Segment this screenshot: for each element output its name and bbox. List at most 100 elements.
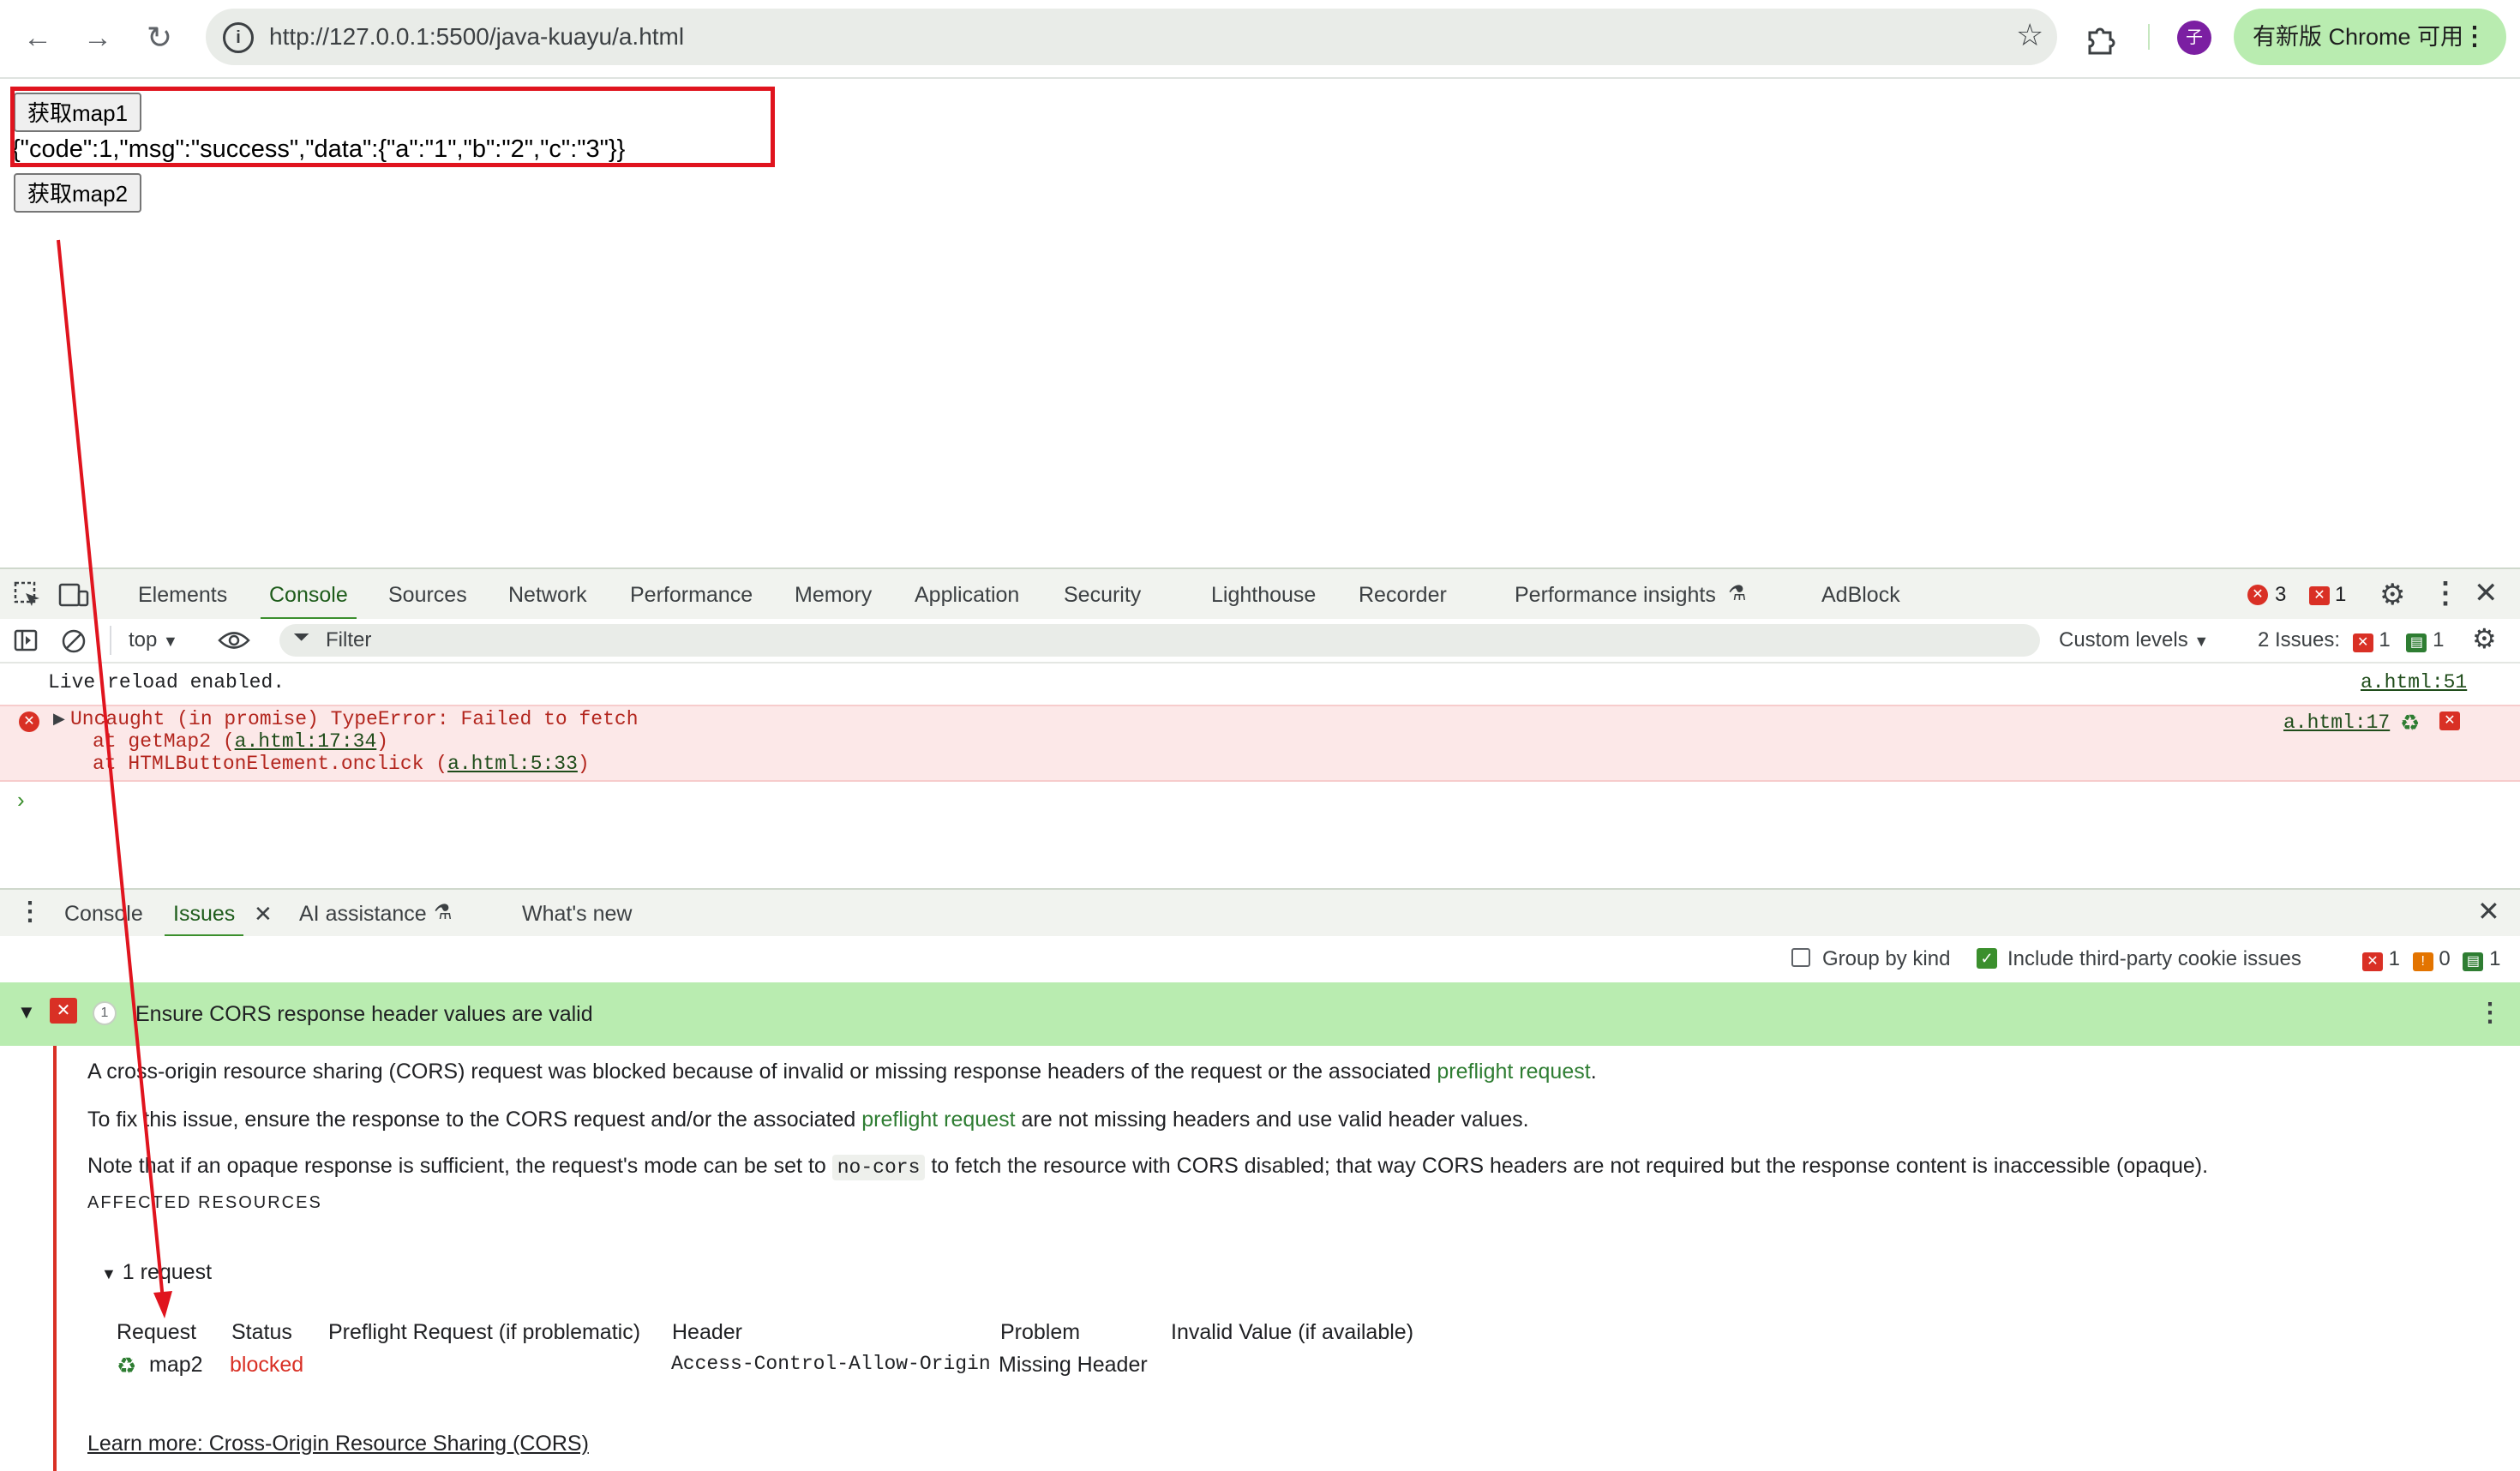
error-count[interactable]: 3 <box>2275 569 2286 621</box>
include-third-party-label: Include third-party cookie issues <box>2007 947 2301 970</box>
filter-input[interactable]: ⏷ Filter <box>279 624 2040 657</box>
more-vert-icon[interactable]: ⋮ <box>2462 9 2487 65</box>
drawer-tab-issues[interactable]: Issues <box>165 890 244 938</box>
tab-performance-insights[interactable]: Performance insights <box>1515 569 1716 621</box>
tab-elements[interactable]: Elements <box>138 569 227 621</box>
experiment-flask-icon: ⚗ <box>434 901 453 924</box>
learn-more-link[interactable]: Learn more: Cross-Origin Resource Sharin… <box>87 1432 589 1456</box>
issue-warning-icon: ! <box>2412 952 2433 971</box>
stack-frame-link[interactable]: a.html:17:34 <box>235 730 377 753</box>
bookmark-star-icon[interactable]: ☆ <box>2016 17 2043 53</box>
log-levels-dropdown[interactable]: Custom levels ▼ <box>2059 619 2209 663</box>
network-request-icon[interactable]: ♻ <box>2400 710 2420 736</box>
tab-performance[interactable]: Performance <box>630 569 753 621</box>
issue-link-icon[interactable]: ✕ <box>2439 711 2460 730</box>
filter-placeholder: Filter <box>326 628 372 651</box>
issue-header[interactable]: ▼ ✕ 1 Ensure CORS response header values… <box>0 982 2520 1046</box>
issue-info-count: 1 <box>2489 947 2501 970</box>
update-label: 有新版 Chrome 可用 <box>2253 24 2464 50</box>
issue-flag-icon[interactable]: ✕ <box>2309 586 2330 605</box>
preflight-request-link[interactable]: preflight request <box>861 1108 1015 1132</box>
drawer-tab-whats-new[interactable]: What's new <box>522 890 632 938</box>
close-drawer-icon[interactable]: ✕ <box>2477 895 2500 928</box>
get-map2-button[interactable]: 获取map2 <box>14 173 142 213</box>
issue-warning-count: 0 <box>2439 947 2451 970</box>
chrome-update-button[interactable]: 有新版 Chrome 可用 ⋮ <box>2234 9 2506 65</box>
tab-console[interactable]: Console <box>261 569 357 621</box>
levels-label: Custom levels <box>2059 628 2188 651</box>
error-icon: ✕ <box>19 711 39 732</box>
drawer-tab-ai-assistance[interactable]: AI assistance <box>299 890 427 938</box>
inspect-element-icon[interactable] <box>14 581 43 609</box>
problem-value: Missing Header <box>999 1353 1148 1377</box>
devtools-tabbar: Elements Console Sources Network Perform… <box>0 567 2520 622</box>
tab-network[interactable]: Network <box>508 569 587 621</box>
console-log-message: Live reload enabled. <box>48 671 285 693</box>
requests-count-label: 1 request <box>122 1260 213 1284</box>
issues-summary[interactable]: 2 Issues: ✕ 1 ▤ 1 <box>2258 619 2444 662</box>
error-icon[interactable]: ✕ <box>2247 585 2268 605</box>
request-link-map2[interactable]: map2 <box>149 1353 203 1378</box>
text: To fix this issue, ensure the response t… <box>87 1108 862 1132</box>
forward-arrow-icon[interactable]: → <box>79 19 117 57</box>
device-toolbar-icon[interactable] <box>58 581 91 609</box>
filter-funnel-icon: ⏷ <box>293 626 310 649</box>
more-options-icon[interactable]: ⋮ <box>2431 576 2460 610</box>
issue-error-icon: ✕ <box>2362 952 2383 971</box>
context-selector[interactable]: top ▼ <box>129 619 178 663</box>
chevron-down-icon: ▼ <box>2193 633 2210 650</box>
address-bar[interactable]: i http://127.0.0.1:5500/java-kuayu/a.htm… <box>206 9 2057 65</box>
issue-count[interactable]: 1 <box>2335 569 2346 621</box>
settings-gear-icon[interactable]: ⚙ <box>2379 578 2405 612</box>
drawer-menu-icon[interactable]: ⋮ <box>17 897 43 927</box>
group-by-kind-checkbox[interactable] <box>1791 948 1810 967</box>
toolbar-divider <box>110 626 111 655</box>
toolbar-divider <box>2148 24 2150 50</box>
console-prompt-chevron-icon[interactable]: › <box>17 787 25 814</box>
tab-memory[interactable]: Memory <box>795 569 872 621</box>
preflight-request-link[interactable]: preflight request <box>1437 1060 1590 1084</box>
stack-frame-link[interactable]: a.html:5:33 <box>447 753 578 775</box>
experiment-flask-icon: ⚗ <box>1728 582 1747 605</box>
url-text[interactable]: http://127.0.0.1:5500/java-kuayu/a.html <box>269 9 684 65</box>
annotation-highlight-box <box>10 87 775 167</box>
close-devtools-icon[interactable]: ✕ <box>2474 576 2499 610</box>
eye-icon[interactable] <box>218 629 250 651</box>
tab-application[interactable]: Application <box>915 569 1019 621</box>
collapse-triangle-icon[interactable]: ▼ <box>17 1001 36 1024</box>
console-source-link[interactable]: a.html:51 <box>2361 671 2467 693</box>
tab-recorder[interactable]: Recorder <box>1359 569 1447 621</box>
column-header-problem: Problem <box>1000 1320 1081 1344</box>
extensions-puzzle-icon[interactable] <box>2083 21 2117 55</box>
avatar[interactable]: 子 <box>2177 21 2211 55</box>
drawer-tab-console[interactable]: Console <box>64 890 143 938</box>
tab-adblock[interactable]: AdBlock <box>1821 569 1900 621</box>
text: to fetch the resource with CORS disabled… <box>925 1154 2209 1178</box>
drawer-tabbar: ⋮ Console Issues ✕ AI assistance ⚗ What'… <box>0 888 2520 940</box>
text: . <box>1590 1060 1597 1084</box>
clear-console-icon[interactable] <box>60 627 87 655</box>
include-third-party-checkbox[interactable]: ✓ <box>1977 948 1997 969</box>
reload-icon[interactable]: ↻ <box>141 19 178 57</box>
tab-lighthouse[interactable]: Lighthouse <box>1211 569 1316 621</box>
column-header-header: Header <box>672 1320 742 1344</box>
tab-security[interactable]: Security <box>1064 569 1141 621</box>
sidebar-toggle-icon[interactable] <box>14 629 39 653</box>
issue-title: Ensure CORS response header values are v… <box>135 1002 593 1026</box>
column-header-request: Request <box>117 1320 197 1344</box>
affected-resources-heading: AFFECTED RESOURCES <box>87 1193 322 1212</box>
tab-sources[interactable]: Sources <box>388 569 467 621</box>
console-settings-gear-icon[interactable]: ⚙ <box>2472 622 2497 655</box>
site-info-icon[interactable]: i <box>223 22 254 53</box>
requests-toggle[interactable]: ▼ 1 request <box>101 1260 212 1285</box>
column-header-invalid-value: Invalid Value (if available) <box>1171 1320 1414 1344</box>
back-arrow-icon[interactable]: ← <box>19 19 57 57</box>
chevron-down-icon: ▼ <box>163 633 178 650</box>
issue-menu-icon[interactable]: ⋮ <box>2477 998 2503 1028</box>
network-request-icon: ♻ <box>117 1353 137 1378</box>
close-tab-icon[interactable]: ✕ <box>254 890 273 938</box>
issue-paragraph-2: To fix this issue, ensure the response t… <box>87 1108 1529 1132</box>
error-source-link[interactable]: a.html:17 <box>2283 711 2390 734</box>
expand-triangle-icon[interactable]: ▶ <box>53 710 65 728</box>
issue-severity-bar <box>53 1046 57 1471</box>
